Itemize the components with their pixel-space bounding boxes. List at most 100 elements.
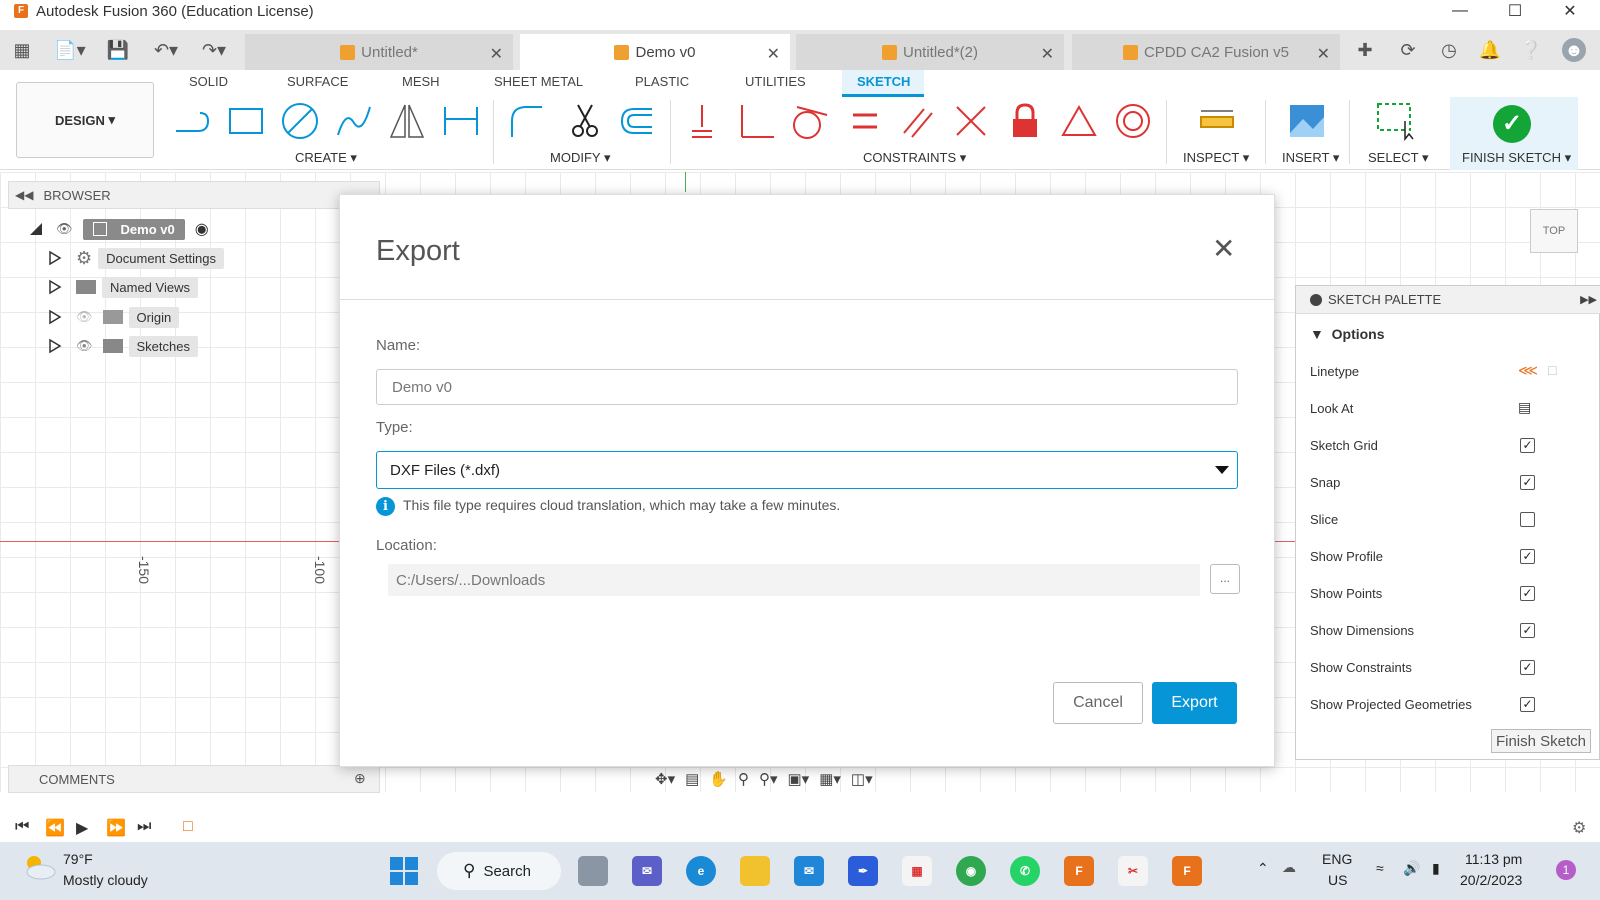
chrome-browser-icon[interactable]: ◉ (956, 856, 986, 886)
perpendicular-constraint-icon[interactable] (735, 100, 777, 142)
dimension-tool-icon[interactable] (440, 100, 482, 142)
save-icon[interactable]: 💾 (106, 38, 130, 62)
teams-chat-icon[interactable]: ✉ (632, 856, 662, 886)
doc-tab-cpdd[interactable]: CPDD CA2 Fusion v5 ✕ (1072, 34, 1340, 70)
finish-sketch-menu[interactable]: FINISH SKETCH ▾ (1462, 150, 1571, 166)
tangent-constraint-icon[interactable] (788, 100, 830, 142)
tab-surface[interactable]: SURFACE (287, 74, 348, 89)
visibility-eye-icon[interactable]: 👁 (56, 221, 73, 237)
tree-root-demo[interactable]: 👁 Demo v0 ◉ (28, 217, 209, 241)
user-avatar[interactable]: ☻ (1562, 38, 1586, 62)
select-menu[interactable]: SELECT ▾ (1368, 150, 1428, 166)
cancel-button[interactable]: Cancel (1053, 682, 1143, 724)
grid-settings-icon[interactable]: ▦▾ (819, 770, 841, 788)
equal-constraint-icon[interactable] (844, 100, 886, 142)
tab-mesh[interactable]: MESH (402, 74, 440, 89)
sketch-grid-checkbox[interactable]: ✓ (1520, 438, 1535, 453)
wifi-icon[interactable]: ≈ (1376, 860, 1384, 876)
file-menu-icon[interactable]: 📄▾ (52, 38, 88, 62)
undo-icon[interactable]: ↶▾ (148, 38, 184, 62)
minimize-button[interactable]: — (1437, 0, 1483, 22)
spline-tool-icon[interactable] (333, 100, 375, 142)
doc-tab-untitled-2[interactable]: Untitled*(2) ✕ (796, 34, 1064, 70)
cloudy-weather-icon[interactable] (22, 854, 56, 880)
modify-menu[interactable]: MODIFY ▾ (550, 150, 610, 166)
mail-icon[interactable]: ✉ (794, 856, 824, 886)
display-settings-icon[interactable]: ▣▾ (788, 770, 810, 788)
job-status-clock-icon[interactable]: ◷ (1437, 38, 1461, 62)
circle-tool-icon[interactable] (279, 100, 321, 142)
close-tab-icon[interactable]: ✕ (1041, 44, 1054, 64)
onedrive-cloud-icon[interactable]: ☁ (1282, 859, 1296, 876)
snipping-tool-icon[interactable]: ✂ (1118, 856, 1148, 886)
expand-triangle-icon[interactable] (48, 279, 62, 295)
fix-constraint-icon[interactable] (681, 100, 723, 142)
look-at-icon[interactable]: ▤ (685, 770, 699, 788)
data-panel-grid-icon[interactable]: ▦ (10, 38, 34, 62)
handwriting-app-icon[interactable]: ✒ (848, 856, 878, 886)
finish-sketch-button[interactable]: Finish Sketch (1491, 729, 1591, 753)
notification-badge[interactable]: 1 (1556, 860, 1576, 880)
add-comment-icon[interactable]: ⊕ (354, 770, 366, 787)
maximize-button[interactable]: ☐ (1492, 0, 1538, 22)
fusion-360-active-icon[interactable]: F (1172, 856, 1202, 886)
insert-image-icon[interactable] (1286, 100, 1328, 142)
file-type-select[interactable]: DXF Files (*.dxf) (376, 451, 1238, 489)
create-menu[interactable]: CREATE ▾ (295, 150, 357, 166)
expand-arrows-icon[interactable]: ▶▶ (1580, 293, 1597, 306)
browser-panel-header[interactable]: ◀◀ BROWSER (8, 181, 380, 209)
edge-browser-icon[interactable]: e (686, 856, 716, 886)
construction-linetype-icon[interactable]: ⋘ (1518, 362, 1538, 380)
fusion-360-taskbar-icon[interactable]: F (1064, 856, 1094, 886)
timeline-sketch-feature-icon[interactable]: □ (183, 818, 193, 836)
line-tool-icon[interactable] (171, 100, 213, 142)
show-points-checkbox[interactable]: ✓ (1520, 586, 1535, 601)
mirror-tool-icon[interactable] (386, 100, 428, 142)
measure-ruler-icon[interactable] (1196, 100, 1238, 142)
tree-item-named-views[interactable]: Named Views (48, 275, 198, 299)
tree-item-origin[interactable]: 👁 Origin (48, 305, 180, 329)
orbit-icon[interactable]: ✥▾ (655, 770, 675, 788)
tab-sheet-metal[interactable]: SHEET METAL (494, 74, 583, 89)
close-tab-icon[interactable]: ✕ (767, 44, 780, 64)
concentric-constraint-icon[interactable] (1112, 100, 1154, 142)
lock-constraint-icon[interactable] (1004, 100, 1046, 142)
close-window-button[interactable]: ✕ (1547, 0, 1593, 22)
go-to-start-icon[interactable]: ⏮ (15, 818, 29, 836)
sketch-palette-header[interactable]: SKETCH PALETTE ▶▶ (1296, 286, 1600, 314)
close-tab-icon[interactable]: ✕ (490, 44, 503, 64)
tree-item-sketches[interactable]: 👁 Sketches (48, 334, 198, 358)
collapse-arrows-icon[interactable]: ◀◀ (15, 188, 33, 202)
options-section-header[interactable]: ▼ Options (1310, 326, 1385, 342)
step-forward-icon[interactable]: ⏩ (106, 818, 126, 838)
fit-zoom-icon[interactable]: ⚲▾ (759, 770, 778, 788)
workspace-switcher-button[interactable]: DESIGN ▾ (16, 82, 154, 158)
slice-checkbox[interactable] (1520, 512, 1535, 527)
extensions-icon[interactable]: ⟳ (1396, 38, 1420, 62)
notifications-bell-icon[interactable]: 🔔 (1478, 38, 1502, 62)
constraints-menu[interactable]: CONSTRAINTS ▾ (863, 150, 966, 166)
zoom-icon[interactable]: ⚲ (738, 770, 749, 788)
finish-sketch-check-icon[interactable]: ✓ (1493, 105, 1531, 143)
volume-icon[interactable]: 🔊 (1403, 860, 1420, 877)
go-to-end-icon[interactable]: ⏭ (137, 818, 151, 836)
name-input[interactable]: Demo v0 (376, 369, 1238, 405)
show-profile-checkbox[interactable]: ✓ (1520, 549, 1535, 564)
redo-icon[interactable]: ↷▾ (196, 38, 232, 62)
hidden-eye-icon[interactable]: 👁 (76, 309, 93, 325)
task-view-icon[interactable] (578, 856, 608, 886)
help-icon[interactable]: ❔ (1519, 38, 1543, 62)
triangle-constraint-icon[interactable] (1058, 100, 1100, 142)
show-projected-geometries-checkbox[interactable]: ✓ (1520, 697, 1535, 712)
file-explorer-icon[interactable] (740, 856, 770, 886)
viewports-icon[interactable]: ◫▾ (851, 770, 873, 788)
location-field[interactable]: C:/Users/...Downloads (388, 564, 1200, 596)
trim-scissors-icon[interactable] (563, 100, 605, 142)
visibility-eye-icon[interactable]: 👁 (76, 338, 93, 354)
doc-tab-untitled[interactable]: Untitled* ✕ (245, 34, 513, 70)
select-window-icon[interactable] (1374, 100, 1416, 142)
expand-triangle-icon[interactable] (48, 309, 62, 325)
clock-time[interactable]: 11:13 pm (1465, 851, 1522, 867)
look-at-icon[interactable]: ▤ (1518, 399, 1538, 417)
parallel-constraint-icon[interactable] (897, 100, 939, 142)
